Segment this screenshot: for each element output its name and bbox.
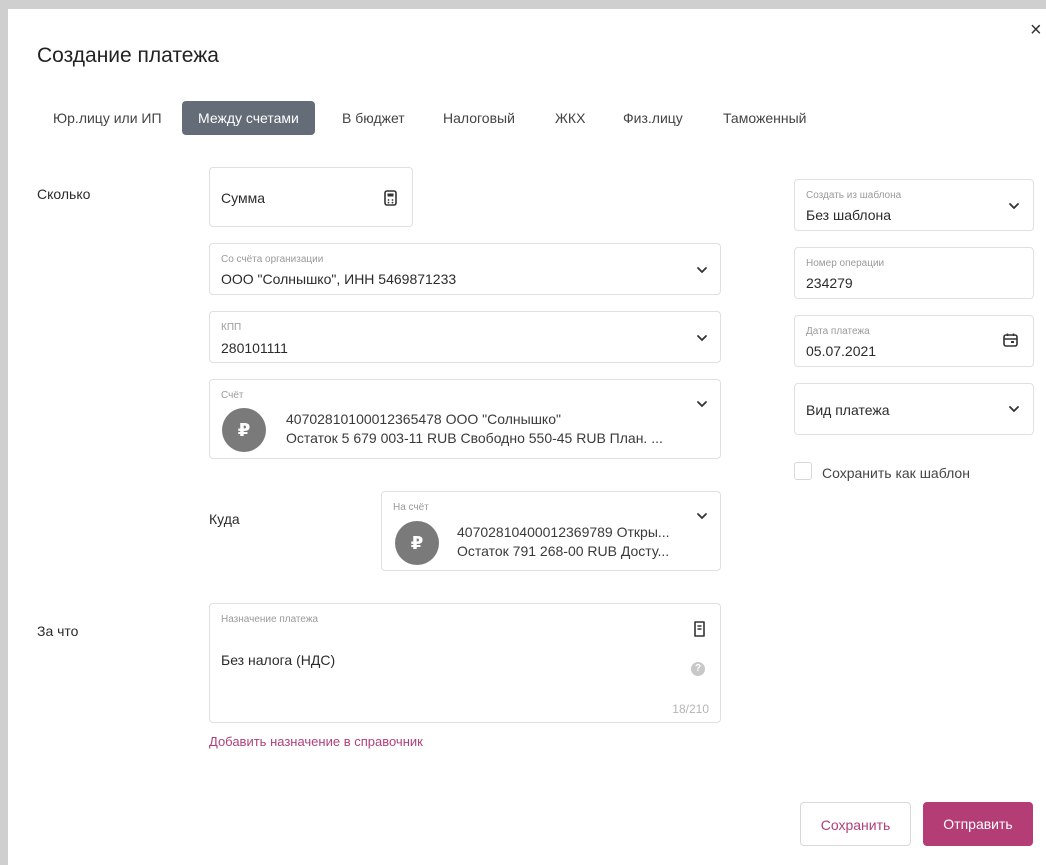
tab-legal-entity[interactable]: Юр.лицу или ИП bbox=[53, 101, 162, 135]
chevron-down-icon[interactable] bbox=[1008, 202, 1022, 212]
operation-number-value: 234279 bbox=[806, 275, 853, 291]
to-account-select[interactable]: На счёт ₽ 40702810400012369789 Откры... … bbox=[381, 491, 721, 571]
purpose-textarea[interactable]: Назначение платежа Без налога (НДС) ? 18… bbox=[209, 603, 721, 723]
chevron-down-icon[interactable] bbox=[1008, 405, 1022, 415]
purpose-label: Назначение платежа bbox=[221, 614, 319, 625]
payment-type-placeholder: Вид платежа bbox=[806, 402, 890, 418]
from-account-select[interactable]: Со счёта организации ООО "Солнышко", ИНН… bbox=[209, 243, 721, 295]
payment-date-label: Дата платежа bbox=[806, 326, 870, 337]
kpp-select[interactable]: КПП 280101111 bbox=[209, 311, 721, 363]
document-icon[interactable] bbox=[693, 621, 706, 642]
tab-budget[interactable]: В бюджет bbox=[342, 101, 405, 135]
operation-number-field[interactable]: Номер операции 234279 bbox=[794, 247, 1034, 299]
save-button[interactable]: Сохранить bbox=[800, 802, 911, 846]
ruble-avatar-icon: ₽ bbox=[222, 408, 266, 452]
tab-utilities[interactable]: ЖКХ bbox=[555, 101, 585, 135]
section-how-much: Сколько bbox=[37, 186, 91, 202]
template-label: Создать из шаблона bbox=[806, 190, 902, 201]
send-button[interactable]: Отправить bbox=[923, 802, 1033, 846]
account-label: Счёт bbox=[221, 390, 244, 401]
account-line-1: 40702810100012365478 ООО "Солнышко" bbox=[286, 411, 561, 427]
add-purpose-link[interactable]: Добавить назначение в справочник bbox=[209, 734, 423, 749]
tab-between-accounts[interactable]: Между счетами bbox=[182, 101, 315, 135]
help-icon[interactable]: ? bbox=[691, 662, 705, 676]
amount-placeholder: Сумма bbox=[221, 190, 265, 206]
payment-type-select[interactable]: Вид платежа bbox=[794, 383, 1034, 435]
operation-number-label: Номер операции bbox=[806, 258, 885, 269]
template-value: Без шаблона bbox=[806, 207, 892, 223]
kpp-value: 280101111 bbox=[221, 340, 288, 356]
chevron-down-icon[interactable] bbox=[696, 400, 710, 410]
section-for-what: За что bbox=[37, 623, 79, 639]
window-frame-left bbox=[0, 0, 8, 865]
purpose-counter: 18/210 bbox=[672, 702, 709, 716]
tab-tax[interactable]: Налоговый bbox=[443, 101, 515, 135]
calculator-icon[interactable] bbox=[384, 190, 397, 211]
payment-date-value: 05.07.2021 bbox=[806, 343, 877, 359]
template-select[interactable]: Создать из шаблона Без шаблона bbox=[794, 179, 1034, 231]
chevron-down-icon[interactable] bbox=[696, 334, 710, 344]
section-where: Куда bbox=[209, 511, 240, 527]
save-as-template-label[interactable]: Сохранить как шаблон bbox=[822, 465, 970, 481]
purpose-value: Без налога (НДС) bbox=[221, 652, 336, 668]
to-account-line-2: Остаток 791 268-00 RUB Досту... bbox=[457, 543, 670, 559]
chevron-down-icon[interactable] bbox=[696, 512, 710, 522]
ruble-avatar-icon: ₽ bbox=[395, 521, 439, 565]
amount-field[interactable]: Сумма bbox=[209, 167, 413, 227]
kpp-label: КПП bbox=[221, 322, 242, 333]
account-line-2: Остаток 5 679 003-11 RUB Свободно 550-45… bbox=[286, 430, 663, 446]
modal-title: Создание платежа bbox=[37, 44, 219, 67]
payment-date-field[interactable]: Дата платежа 05.07.2021 bbox=[794, 315, 1034, 367]
to-account-line-1: 40702810400012369789 Откры... bbox=[457, 524, 670, 540]
from-account-label: Со счёта организации bbox=[221, 254, 324, 265]
tab-customs[interactable]: Таможенный bbox=[723, 101, 806, 135]
window-frame-top bbox=[0, 0, 1046, 9]
to-account-label: На счёт bbox=[393, 502, 429, 513]
tab-individual[interactable]: Физ.лицу bbox=[623, 101, 683, 135]
save-as-template-checkbox[interactable] bbox=[794, 462, 812, 480]
chevron-down-icon[interactable] bbox=[696, 266, 710, 276]
calendar-icon[interactable] bbox=[1003, 333, 1018, 352]
close-icon[interactable]: × bbox=[1030, 20, 1042, 40]
from-account-value: ООО "Солнышко", ИНН 5469871233 bbox=[221, 271, 457, 287]
account-select[interactable]: Счёт ₽ 40702810100012365478 ООО "Солнышк… bbox=[209, 379, 721, 459]
